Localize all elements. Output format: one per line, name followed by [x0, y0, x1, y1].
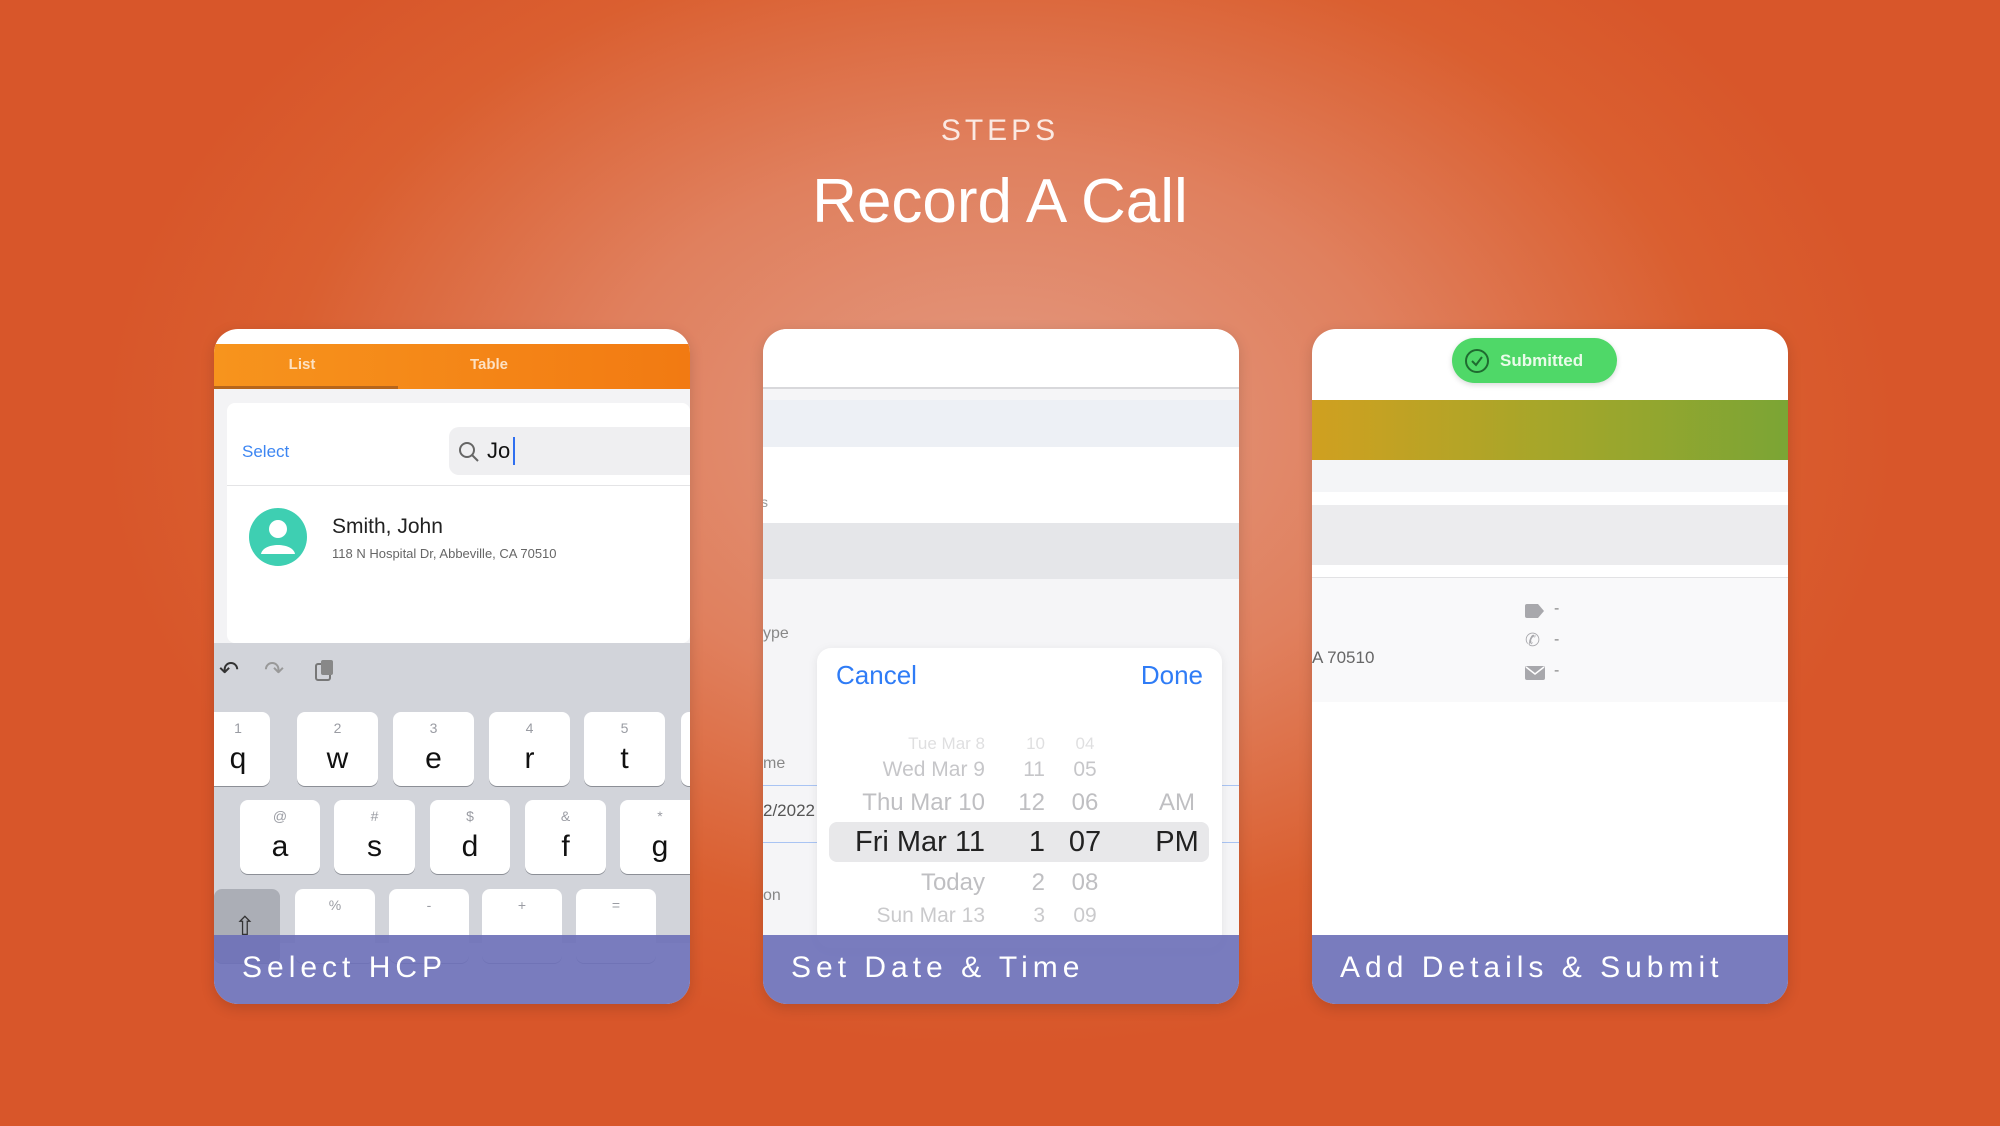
- picker-date[interactable]: Thu Mar 10: [862, 789, 985, 817]
- steps-eyebrow: STEPS: [940, 114, 1060, 147]
- picker-hour[interactable]: 2: [1032, 869, 1045, 897]
- bg-label: on: [763, 887, 781, 904]
- tag-value: -: [1554, 600, 1560, 617]
- picker-date[interactable]: Today: [921, 869, 985, 897]
- step-card-set-date-time: s ype me 2/2022 on Cancel Done Tue Mar 8…: [763, 329, 1239, 1004]
- tab-bar: List Table: [214, 344, 690, 389]
- bg-label: me: [763, 755, 786, 772]
- picker-date[interactable]: Fri Mar 11: [855, 826, 985, 859]
- picker-minute[interactable]: 08: [1072, 869, 1099, 897]
- form-row: [763, 447, 1239, 523]
- picker-hour[interactable]: 10: [1026, 734, 1045, 754]
- hcp-address: 118 N Hospital Dr, Abbeville, CA 70510: [332, 546, 557, 561]
- step-caption: Select HCP: [214, 935, 690, 1004]
- picker-ampm[interactable]: AM: [1159, 789, 1195, 817]
- phone-value: -: [1554, 631, 1560, 648]
- key-w[interactable]: 2w: [297, 712, 378, 786]
- bg-date-value: 2/2022: [763, 801, 815, 820]
- picker-minute[interactable]: 05: [1073, 758, 1096, 782]
- picker-date[interactable]: Tue Mar 8: [908, 734, 985, 754]
- page-title: Record A Call: [812, 167, 1188, 236]
- picker-minute[interactable]: 04: [1076, 734, 1095, 754]
- tab-table[interactable]: Table: [470, 356, 508, 373]
- email-value: -: [1554, 662, 1560, 679]
- nav-bar: [763, 329, 1239, 389]
- key-q[interactable]: 1q: [214, 712, 270, 786]
- list-item[interactable]: Smith, John 118 N Hospital Dr, Abbeville…: [227, 489, 690, 574]
- cancel-button[interactable]: Cancel: [836, 660, 917, 691]
- tab-list[interactable]: List: [289, 356, 316, 373]
- section-band: [763, 400, 1239, 447]
- picker-ampm[interactable]: PM: [1155, 826, 1199, 859]
- undo-icon[interactable]: ↶: [219, 656, 239, 685]
- phone-icon: ✆: [1525, 630, 1541, 650]
- section-band: [1312, 460, 1788, 492]
- bg-label: s: [763, 494, 768, 510]
- bg-label: ype: [763, 625, 789, 642]
- step-card-select-hcp: List Table Select Jo Smith, John 118 N H…: [214, 329, 690, 1004]
- status-text: Submitted: [1500, 351, 1584, 370]
- text-cursor: [513, 437, 515, 465]
- picker-hour[interactable]: 11: [1023, 758, 1045, 782]
- picker-date[interactable]: Wed Mar 9: [883, 758, 985, 782]
- key-g[interactable]: * g: [620, 800, 690, 874]
- date-picker-popover: Cancel Done Tue Mar 8 10 04 Wed Mar 9 11 05 Th…: [817, 648, 1222, 948]
- picker-minute[interactable]: 06: [1072, 789, 1099, 817]
- picker-hour[interactable]: 1: [1029, 826, 1045, 859]
- key-y[interactable]: [681, 712, 690, 786]
- redo-icon[interactable]: ↷: [264, 656, 284, 685]
- section-band: [763, 523, 1239, 579]
- key-a[interactable]: @ a: [240, 800, 320, 874]
- header-banner: [1312, 400, 1788, 460]
- picker-minute[interactable]: 09: [1073, 904, 1096, 928]
- key-s[interactable]: # s: [334, 800, 415, 874]
- search-icon: [459, 442, 479, 462]
- divider: [227, 485, 690, 486]
- key-r[interactable]: 4r: [489, 712, 570, 786]
- picker-minute[interactable]: 07: [1069, 826, 1101, 859]
- hcp-name: Smith, John: [332, 515, 443, 538]
- step-card-add-details-submit: Submitted A 70510 - ✆ - - Add Details & …: [1312, 329, 1788, 1004]
- key-f[interactable]: & f: [525, 800, 606, 874]
- hcp-detail-row: A 70510 - ✆ - -: [1312, 577, 1788, 702]
- step-caption: Add Details & Submit: [1312, 935, 1788, 1004]
- address-fragment: A 70510: [1312, 648, 1375, 667]
- keyboard: ↶ ↷ 1q 2w 3e 4r 5t @ a # s $ d & f * g ⇧ % - …: [214, 643, 690, 963]
- key-t[interactable]: 5t: [584, 712, 665, 786]
- status-badge: Submitted: [1452, 338, 1617, 383]
- tag-icon: [1525, 604, 1544, 618]
- search-value: Jo: [487, 438, 511, 463]
- section-band: [1312, 505, 1788, 565]
- email-icon: [1525, 666, 1545, 680]
- search-input[interactable]: Jo: [449, 427, 690, 475]
- key-e[interactable]: 3e: [393, 712, 474, 786]
- picker-date[interactable]: Sun Mar 13: [876, 904, 985, 928]
- key-d[interactable]: $ d: [430, 800, 510, 874]
- step-caption: Set Date & Time: [763, 935, 1239, 1004]
- picker-hour[interactable]: 3: [1033, 904, 1045, 928]
- picker-hour[interactable]: 12: [1018, 789, 1045, 817]
- done-button[interactable]: Done: [1141, 660, 1203, 691]
- check-circle-icon: [1465, 349, 1489, 373]
- select-button[interactable]: Select: [242, 442, 289, 462]
- person-avatar-icon: [249, 508, 307, 566]
- paste-icon[interactable]: [314, 659, 336, 683]
